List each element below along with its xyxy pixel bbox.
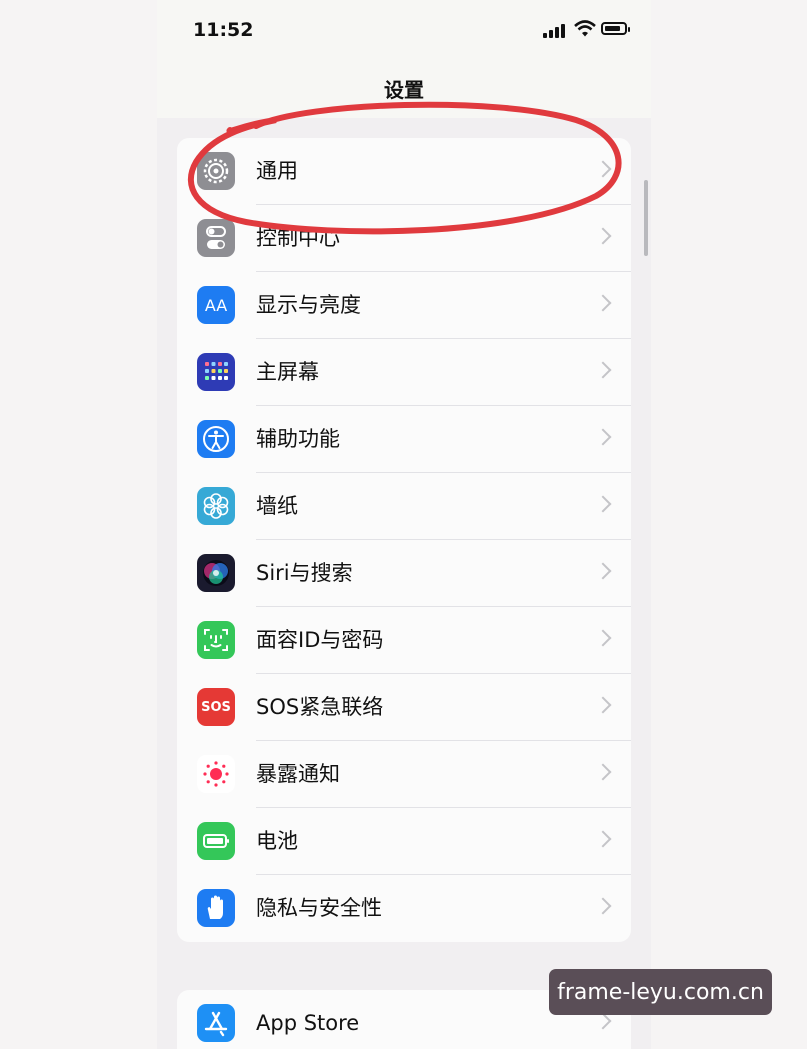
settings-row-label: Siri与搜索 [256,561,353,585]
wifi-icon [574,20,596,37]
settings-row-label: 电池 [256,829,298,853]
home-grid-icon [197,353,235,391]
settings-row-label: 墙纸 [256,494,298,518]
settings-row-label: 隐私与安全性 [256,896,382,920]
settings-row-wallpaper[interactable]: 墙纸 [177,473,631,540]
scrollbar[interactable] [644,180,648,256]
settings-row-label: 主屏幕 [256,360,319,384]
chevron-right-icon [594,495,612,513]
chevron-right-icon [594,294,612,312]
settings-row-label: App Store [256,1011,360,1035]
chevron-right-icon [594,897,612,915]
settings-row-battery[interactable]: 电池 [177,808,631,875]
settings-group-main: 通用 控制中心 AA 显示与亮度 主屏幕 辅助功能 墙纸 Siri与搜索 面容I… [177,138,631,942]
settings-row-exposure-notifications[interactable]: 暴露通知 [177,741,631,808]
watermark: frame-leyu.com.cn [549,969,772,1015]
settings-row-label: SOS紧急联络 [256,695,384,719]
settings-row-accessibility[interactable]: 辅助功能 [177,406,631,473]
settings-row-privacy[interactable]: 隐私与安全性 [177,875,631,942]
flower-icon [197,487,235,525]
chevron-right-icon [594,763,612,781]
red-circle-annotation [187,101,622,235]
chevron-right-icon [594,696,612,714]
siri-icon [197,554,235,592]
settings-row-label: 辅助功能 [256,427,340,451]
chevron-right-icon [594,1012,612,1030]
settings-row-display[interactable]: AA 显示与亮度 [177,272,631,339]
chevron-right-icon [594,361,612,379]
chevron-right-icon [594,629,612,647]
chevron-right-icon [594,830,612,848]
exposure-icon [197,755,235,793]
display-aa-icon: AA [197,286,235,324]
settings-row-label: 面容ID与密码 [256,628,384,652]
hand-icon [197,889,235,927]
battery-icon [197,822,235,860]
settings-row-siri[interactable]: Siri与搜索 [177,540,631,607]
status-time: 11:52 [193,19,254,41]
settings-row-home-screen[interactable]: 主屏幕 [177,339,631,406]
cellular-signal-icon [543,24,567,38]
chevron-right-icon [594,562,612,580]
settings-row-face-id[interactable]: 面容ID与密码 [177,607,631,674]
settings-row-emergency-sos[interactable]: SOS SOS紧急联络 [177,674,631,741]
sos-icon: SOS [197,688,235,726]
accessibility-icon [197,420,235,458]
face-id-icon [197,621,235,659]
chevron-right-icon [594,428,612,446]
battery-status-icon [601,22,630,35]
app-store-icon [197,1004,235,1042]
settings-row-label: 显示与亮度 [256,293,361,317]
settings-row-label: 暴露通知 [256,762,340,786]
